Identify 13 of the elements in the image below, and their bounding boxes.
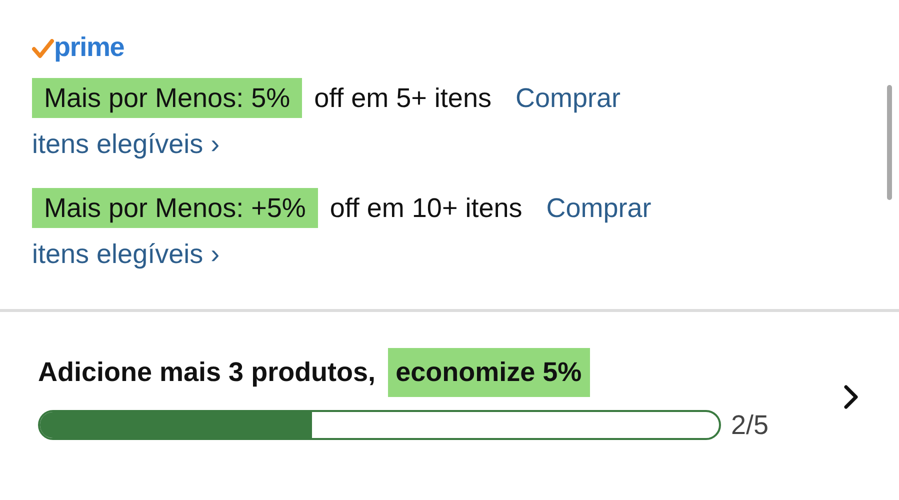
progress-reading: 2/5 bbox=[731, 408, 769, 442]
deal-badge: Mais por Menos: 5% bbox=[32, 78, 302, 118]
deal-text: off em 10+ itens bbox=[330, 192, 522, 225]
chevron-right-icon[interactable] bbox=[843, 384, 859, 410]
eligible-items-link[interactable]: Comprar bbox=[546, 185, 652, 231]
deal-badge: Mais por Menos: +5% bbox=[32, 188, 318, 228]
prime-logo: prime bbox=[32, 34, 124, 61]
deal-text: off em 5+ itens bbox=[314, 82, 492, 115]
eligible-items-link[interactable]: itens elegíveis › bbox=[32, 231, 220, 277]
eligible-items-link[interactable]: itens elegíveis › bbox=[32, 121, 220, 167]
eligible-items-link[interactable]: Comprar bbox=[515, 75, 620, 121]
progress-message: Adicione mais 3 produtos, bbox=[38, 356, 376, 389]
savings-badge: economize 5% bbox=[388, 348, 590, 396]
